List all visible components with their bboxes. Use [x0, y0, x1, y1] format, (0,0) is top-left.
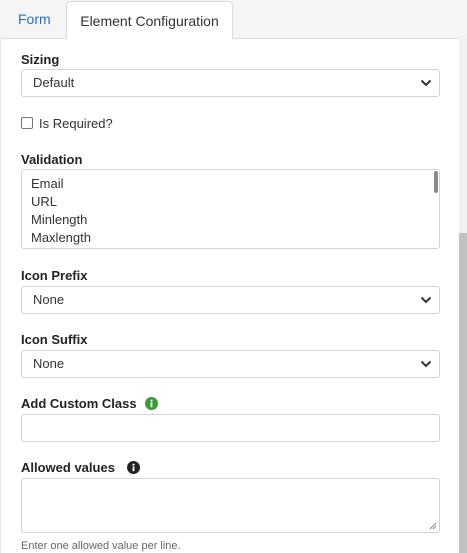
required-checkbox[interactable]: [21, 117, 33, 129]
icon-suffix-select[interactable]: None: [21, 350, 440, 378]
panel-border: [0, 38, 1, 553]
validation-listbox[interactable]: Email URL Minlength Maxlength: [21, 169, 440, 249]
allowed-values-label: Allowed values: [21, 460, 115, 475]
tab-element-configuration[interactable]: Element Configuration: [66, 1, 233, 39]
icon-prefix-label: Icon Prefix: [21, 268, 88, 283]
icon-prefix-select[interactable]: None: [21, 286, 440, 314]
custom-class-label: Add Custom Class: [21, 396, 137, 411]
icon-prefix-value: None: [33, 292, 65, 307]
tab-form[interactable]: Form: [4, 0, 65, 38]
allowed-values-help: Enter one allowed value per line.: [21, 540, 181, 552]
chevron-down-icon: [420, 296, 432, 304]
sizing-value: Default: [33, 75, 75, 90]
icon-suffix-value: None: [33, 356, 65, 371]
validation-option[interactable]: Minlength: [31, 212, 87, 227]
validation-option[interactable]: Email: [31, 176, 64, 191]
chevron-down-icon: [420, 79, 432, 87]
validation-option[interactable]: URL: [31, 194, 57, 209]
panel-scrollbar-thumb[interactable]: [459, 233, 467, 553]
sizing-label: Sizing: [21, 52, 60, 67]
validation-option[interactable]: Maxlength: [31, 230, 91, 245]
icon-suffix-label: Icon Suffix: [21, 332, 88, 347]
chevron-down-icon: [420, 360, 432, 368]
custom-class-input[interactable]: [21, 414, 440, 442]
info-icon[interactable]: [127, 461, 140, 474]
required-label[interactable]: Is Required?: [39, 116, 113, 131]
resize-grip-icon[interactable]: [429, 522, 437, 530]
sizing-select[interactable]: Default: [21, 69, 440, 97]
allowed-values-textarea[interactable]: [21, 478, 440, 533]
validation-label: Validation: [21, 152, 83, 167]
tab-bar: Form Element Configuration: [0, 0, 467, 39]
listbox-scrollbar-thumb[interactable]: [434, 171, 438, 193]
info-icon[interactable]: [145, 397, 158, 410]
